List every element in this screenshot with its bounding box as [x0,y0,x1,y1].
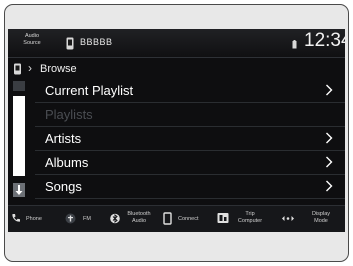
scroll-down-icon [15,185,23,195]
display-mode-button[interactable]: Display Mode [274,206,345,232]
breadcrumb[interactable]: › Browse [8,57,345,80]
list-item-songs[interactable]: Songs [35,175,345,199]
list-item-artists[interactable]: Artists [35,127,345,151]
phone-device-icon [14,63,21,75]
bluetooth-icon [110,213,120,224]
list-item-label: Songs [45,179,82,194]
list-item-playlists: Playlists [35,103,345,127]
device-name: BBBBB [80,37,113,47]
bluetooth-audio-label: Bluetooth Audio [127,211,151,224]
chevron-right-icon [326,156,333,168]
audio-screen: Audio Source BBBBB 12:34 › Browse [8,29,345,232]
handset-icon [12,214,20,222]
fm-label: FM [83,216,91,222]
scroll-up-button[interactable] [13,81,25,91]
scroll-thumb[interactable] [13,96,25,176]
audio-source-label-line2: Source [23,40,41,46]
list-item-label: Artists [45,131,82,146]
breadcrumb-label: Browse [40,63,77,75]
display-mode-icon [282,216,294,221]
list-item-label: Albums [45,155,89,170]
scrollbar[interactable] [13,81,25,199]
connect-button[interactable]: Connect [161,206,213,232]
chevron-right-icon [326,180,333,192]
phone-device-icon [66,37,74,50]
browse-list: Current Playlist Playlists Artists Album… [35,79,345,199]
bottom-nav-bar: Phone FM Bluetooth Audio Connect Trip Co… [8,205,345,232]
audio-source-label-line1: Audio [24,33,40,39]
clock: 12:34 [304,30,345,51]
list-item-albums[interactable]: Albums [35,151,345,175]
fm-icon [65,213,76,224]
connect-icon [163,212,172,225]
phone-button[interactable]: Phone [8,206,58,232]
phone-label: Phone [26,216,42,222]
trip-computer-button[interactable]: Trip Computer [215,206,271,232]
display-mode-label: Display Mode [311,211,331,224]
audio-source-button[interactable]: Audio Source [14,33,50,47]
fm-button[interactable]: FM [60,206,110,232]
status-bar: Audio Source BBBBB 12:34 [8,29,345,57]
scroll-down-button[interactable] [13,183,25,197]
connect-label: Connect [178,216,199,222]
chevron-right-icon [326,132,333,144]
battery-icon [292,40,297,49]
chevron-right-icon [326,84,333,96]
trip-computer-label: Trip Computer [237,211,263,224]
bluetooth-audio-button[interactable]: Bluetooth Audio [110,206,160,232]
trip-computer-icon [217,213,229,223]
list-item-label: Current Playlist [45,83,134,98]
list-item-label: Playlists [45,107,93,122]
list-item-current-playlist[interactable]: Current Playlist [35,79,345,103]
chevron-right-icon: › [28,61,32,75]
